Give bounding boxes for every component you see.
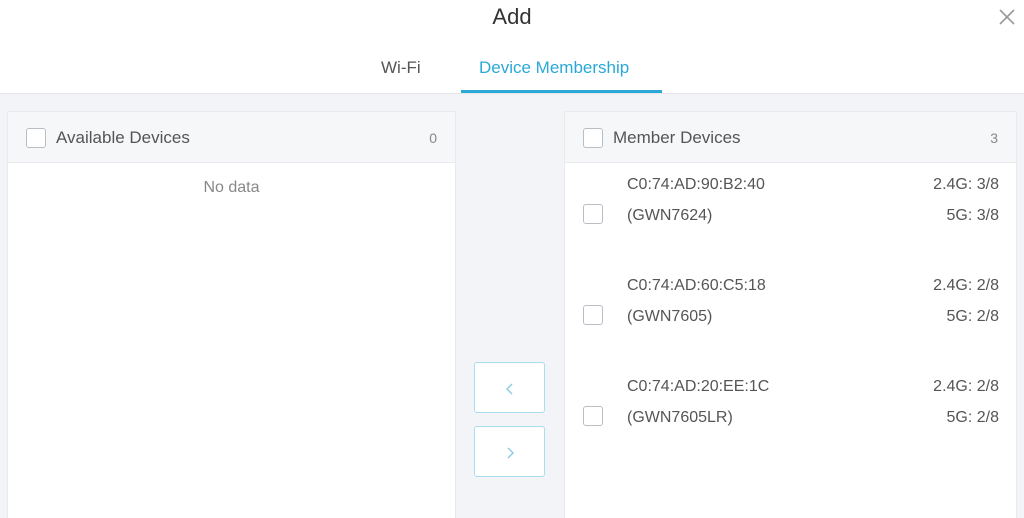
tab-bar: Wi-Fi Device Membership (0, 46, 1024, 94)
device-checkbox[interactable] (583, 406, 603, 426)
move-to-available-button[interactable] (474, 362, 545, 413)
list-item[interactable]: C0:74:AD:90:B2:40 (GWN7624) 2.4G: 3/8 5G… (565, 164, 1016, 254)
available-select-all-checkbox[interactable] (26, 128, 46, 148)
device-band-24g: 2.4G: 2/8 (933, 378, 999, 395)
close-button[interactable] (994, 4, 1020, 30)
device-model: (GWN7624) (627, 207, 713, 224)
chevron-right-icon (507, 447, 515, 459)
empty-state-text: No data (203, 179, 260, 196)
list-item[interactable]: C0:74:AD:20:EE:1C (GWN7605LR) 2.4G: 2/8 … (565, 366, 1016, 456)
member-devices-count: 3 (990, 130, 998, 146)
transfer-content: Available Devices 0 No data Member Devic… (0, 95, 1024, 518)
available-devices-title: Available Devices (56, 128, 190, 147)
available-devices-header: Available Devices 0 (8, 112, 455, 163)
device-model: (GWN7605LR) (627, 409, 733, 426)
device-mac: C0:74:AD:20:EE:1C (627, 378, 770, 395)
dialog-title: Add (492, 4, 532, 29)
close-icon (999, 9, 1015, 25)
move-to-member-button[interactable] (474, 426, 545, 477)
device-model: (GWN7605) (627, 308, 713, 325)
available-devices-count: 0 (429, 130, 437, 146)
device-band-5g: 5G: 2/8 (946, 308, 999, 325)
list-item[interactable]: C0:74:AD:60:C5:18 (GWN7605) 2.4G: 2/8 5G… (565, 265, 1016, 355)
member-devices-title: Member Devices (613, 128, 741, 147)
device-mac: C0:74:AD:90:B2:40 (627, 176, 765, 193)
device-band-24g: 2.4G: 2/8 (933, 277, 999, 294)
member-select-all-checkbox[interactable] (583, 128, 603, 148)
device-band-5g: 5G: 2/8 (946, 409, 999, 426)
dialog-header: Add (0, 0, 1024, 36)
device-checkbox[interactable] (583, 305, 603, 325)
device-mac: C0:74:AD:60:C5:18 (627, 277, 766, 294)
device-band-5g: 5G: 3/8 (946, 207, 999, 224)
member-devices-header: Member Devices 3 (565, 112, 1016, 163)
chevron-left-icon (505, 383, 513, 395)
device-checkbox[interactable] (583, 204, 603, 224)
member-devices-panel: Member Devices 3 C0:74:AD:90:B2:40 (GWN7… (564, 111, 1017, 518)
available-devices-panel: Available Devices 0 No data (7, 111, 456, 518)
active-tab-indicator (461, 90, 662, 93)
tab-device-membership[interactable]: Device Membership (479, 58, 629, 78)
tab-wifi[interactable]: Wi-Fi (381, 58, 421, 78)
device-band-24g: 2.4G: 3/8 (933, 176, 999, 193)
